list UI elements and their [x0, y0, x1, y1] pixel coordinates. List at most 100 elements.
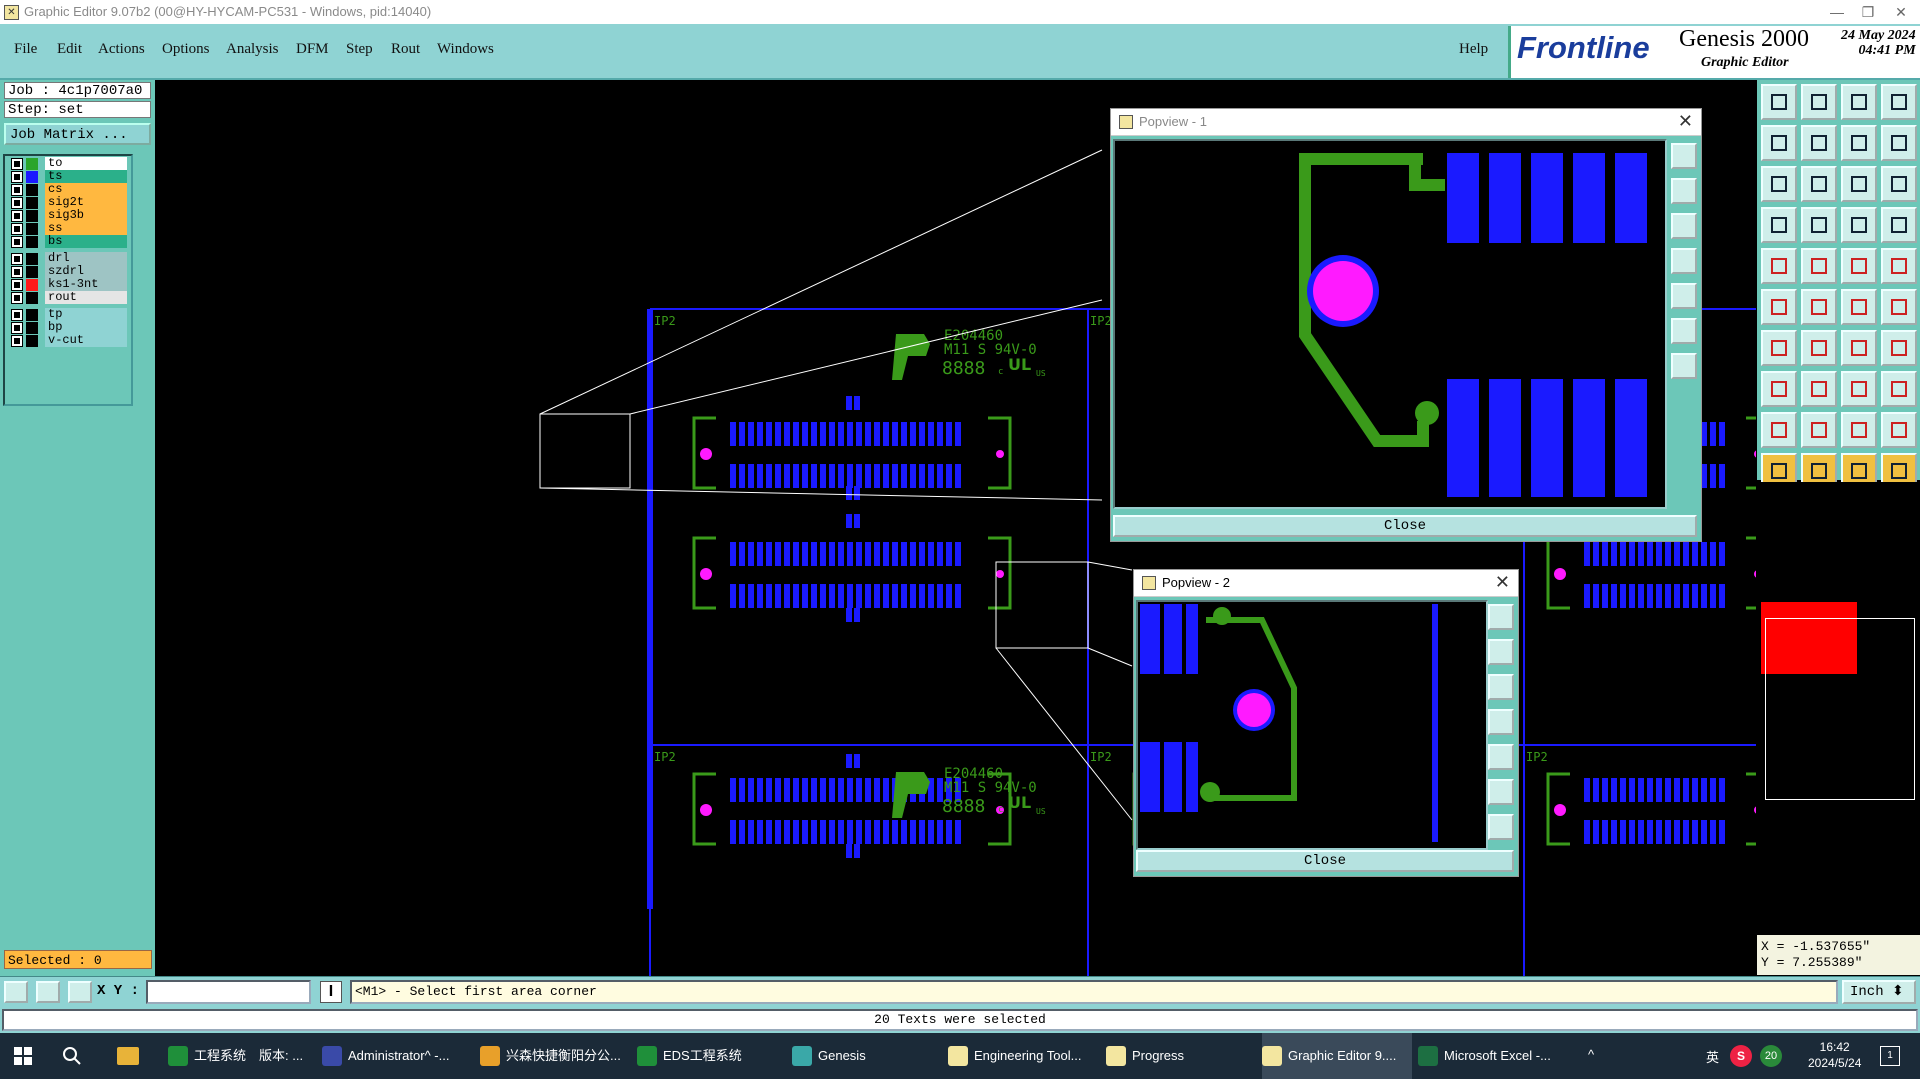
popview-tool-icon[interactable]	[1671, 248, 1697, 274]
snap-icon[interactable]	[4, 981, 28, 1003]
zoom-forward-icon[interactable]	[1801, 125, 1837, 161]
layer-checkbox[interactable]	[11, 197, 23, 209]
layer-row-sig3b[interactable]: sig3b	[9, 209, 127, 223]
popview-tool-icon[interactable]	[1488, 709, 1514, 735]
draw-slash-icon[interactable]	[1801, 330, 1837, 366]
layer-row-ss[interactable]: ss	[9, 222, 127, 236]
layer-checkbox[interactable]	[11, 335, 23, 347]
popview-tool-icon[interactable]	[1488, 639, 1514, 665]
taskbar-item[interactable]: Genesis	[792, 1033, 942, 1079]
tray-badge[interactable]: 20	[1760, 1045, 1782, 1067]
layer-checkbox[interactable]	[11, 223, 23, 235]
connect-icon[interactable]	[1761, 289, 1797, 325]
layer-color-swatch[interactable]	[26, 322, 38, 334]
taskbar-item[interactable]: 兴森快捷衡阳分公...	[480, 1033, 630, 1079]
dot-icon[interactable]	[1881, 248, 1917, 284]
taskbar-item[interactable]: Progress	[1106, 1033, 1256, 1079]
layer-checkbox[interactable]	[11, 309, 23, 321]
popview-tool-icon[interactable]	[1671, 318, 1697, 344]
minimize-button[interactable]: —	[1822, 2, 1852, 22]
layer-name[interactable]: v-cut	[45, 334, 127, 347]
popview-2-close-button[interactable]: Close	[1136, 850, 1514, 872]
help-icon[interactable]	[1881, 166, 1917, 202]
taskbar-item[interactable]: Administrator^ -...	[322, 1033, 472, 1079]
layer-checkbox[interactable]	[11, 279, 23, 291]
file-explorer-icon[interactable]	[117, 1047, 139, 1065]
pad-add-icon[interactable]	[1761, 371, 1797, 407]
taskbar-item[interactable]: Engineering Tool...	[948, 1033, 1098, 1079]
taskbar-item[interactable]: Graphic Editor 9....	[1262, 1033, 1412, 1079]
layer-row-v-cut[interactable]: v-cut	[9, 334, 127, 348]
text-a3-icon[interactable]	[1881, 412, 1917, 448]
popview-tool-icon[interactable]	[1671, 353, 1697, 379]
layer-color-swatch[interactable]	[26, 309, 38, 321]
split-icon[interactable]	[1881, 125, 1917, 161]
node2-icon[interactable]	[1881, 289, 1917, 325]
measure-icon[interactable]	[1841, 371, 1877, 407]
home-icon[interactable]	[1841, 84, 1877, 120]
menu-help[interactable]: Help	[1459, 41, 1488, 58]
layer-color-swatch[interactable]	[26, 292, 38, 304]
layer-checkbox[interactable]	[11, 236, 23, 248]
text-a-icon[interactable]	[1801, 412, 1837, 448]
chevron-up-icon[interactable]: ^	[1588, 1047, 1594, 1062]
overview-viewport[interactable]	[1765, 618, 1915, 800]
close-icon[interactable]: ✕	[1678, 111, 1693, 132]
layer-color-swatch[interactable]	[26, 197, 38, 209]
layer-checkbox[interactable]	[11, 184, 23, 196]
job-matrix-button[interactable]: Job Matrix ...	[4, 123, 151, 145]
overview-map[interactable]	[1757, 482, 1920, 935]
menu-rout[interactable]: Rout	[391, 41, 420, 58]
taskbar-item[interactable]: 工程系统 版本: ...	[168, 1033, 318, 1079]
popview-tool-icon[interactable]	[1671, 178, 1697, 204]
popview-2-view[interactable]	[1136, 600, 1488, 850]
popview-tool-icon[interactable]	[1488, 779, 1514, 805]
copy-icon[interactable]	[1881, 371, 1917, 407]
layer-name[interactable]: rout	[45, 291, 127, 304]
layer-color-swatch[interactable]	[26, 158, 38, 170]
search-icon[interactable]	[62, 1046, 82, 1066]
menu-dfm[interactable]: DFM	[296, 41, 329, 58]
layer-color-swatch[interactable]	[26, 210, 38, 222]
layer-color-swatch[interactable]	[26, 266, 38, 278]
taskbar-item[interactable]: Microsoft Excel -...	[1418, 1033, 1568, 1079]
popview-tool-icon[interactable]	[1488, 744, 1514, 770]
layer-color-swatch[interactable]	[26, 279, 38, 291]
menu-analysis[interactable]: Analysis	[226, 41, 279, 58]
measure-icon[interactable]	[36, 981, 60, 1003]
sogou-icon[interactable]: S	[1730, 1045, 1752, 1067]
node-icon[interactable]	[1841, 289, 1877, 325]
menu-windows[interactable]: Windows	[437, 41, 494, 58]
layer-props-icon[interactable]	[1761, 207, 1797, 243]
restore-button[interactable]: ❐	[1853, 2, 1883, 22]
layer-color-swatch[interactable]	[26, 184, 38, 196]
pan-icon[interactable]	[1801, 166, 1837, 202]
layer-row-tp[interactable]: tp	[9, 308, 127, 322]
layer-row-ts[interactable]: ts	[9, 170, 127, 184]
text-a2-icon[interactable]	[1841, 412, 1877, 448]
menu-step[interactable]: Step	[346, 41, 373, 58]
layer-checkbox[interactable]	[11, 253, 23, 265]
windows-start-icon[interactable]	[14, 1047, 32, 1065]
layer-row-to[interactable]: to	[9, 157, 127, 171]
layer-checkbox[interactable]	[11, 292, 23, 304]
save-icon[interactable]	[1801, 84, 1837, 120]
menu-file[interactable]: File	[14, 41, 37, 58]
popview-tool-icon[interactable]	[1671, 143, 1697, 169]
layer-row-bs[interactable]: bs	[9, 235, 127, 249]
notification-icon[interactable]: 1	[1880, 1046, 1900, 1066]
layer-color-swatch[interactable]	[26, 171, 38, 183]
menu-actions[interactable]: Actions	[98, 41, 145, 58]
fit-icon[interactable]	[1761, 166, 1797, 202]
popview-tool-icon[interactable]	[1671, 283, 1697, 309]
popview-tool-icon[interactable]	[1488, 604, 1514, 630]
layer-name[interactable]: bs	[45, 235, 127, 248]
layer-row-rout[interactable]: rout	[9, 291, 127, 305]
layer-color-swatch[interactable]	[26, 236, 38, 248]
units-selector[interactable]: Inch ⬍	[1842, 980, 1916, 1004]
layer-color-swatch[interactable]	[26, 253, 38, 265]
close-icon[interactable]: ✕	[1495, 572, 1510, 593]
open-step-icon[interactable]	[1761, 84, 1797, 120]
layer-checkbox[interactable]	[11, 266, 23, 278]
layer-color-swatch[interactable]	[26, 223, 38, 235]
